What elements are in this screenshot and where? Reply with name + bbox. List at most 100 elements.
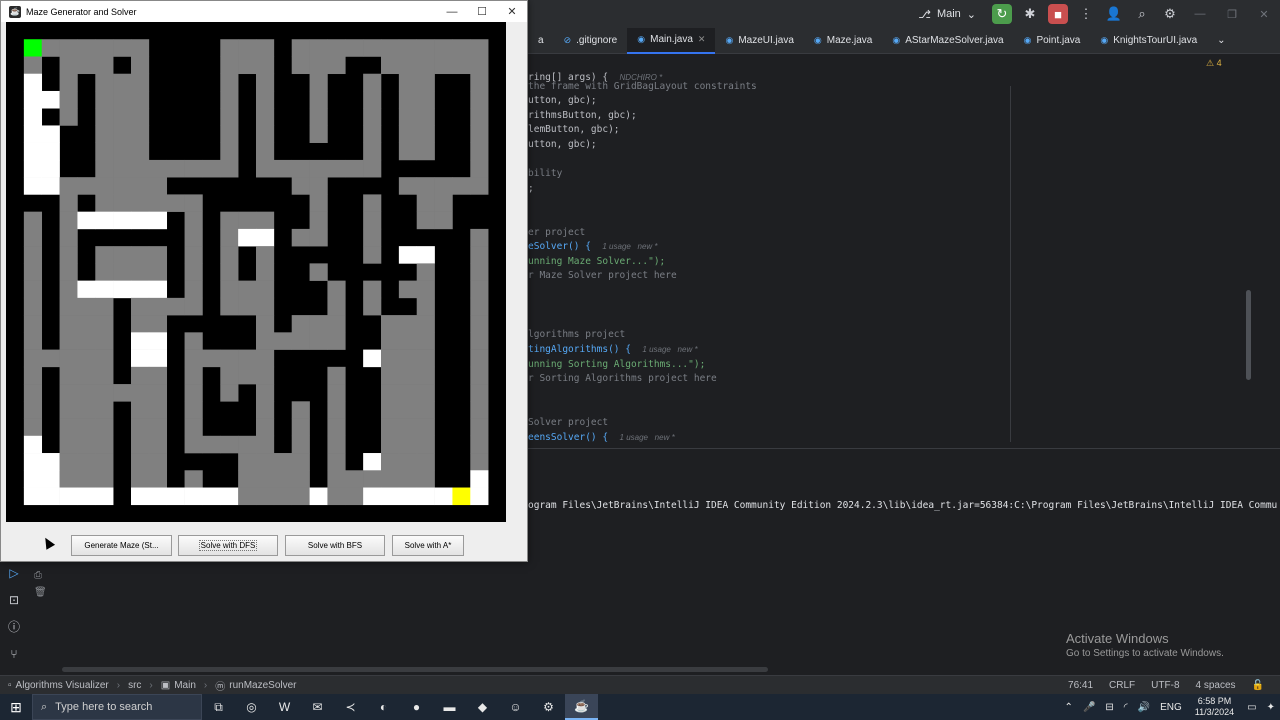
maze-visited-cell	[291, 56, 310, 75]
stop-icon[interactable]: ■	[1048, 4, 1068, 24]
maze-visited-cell	[220, 39, 239, 57]
cursor-position[interactable]: 76:41	[1068, 680, 1093, 691]
mail-icon[interactable]: ✉	[301, 694, 334, 720]
settings-app-icon[interactable]: ⚙	[532, 694, 565, 720]
microphone-icon[interactable]: 🎤	[1083, 702, 1095, 713]
maze-visited-cell	[59, 263, 78, 281]
maze-visited-cell	[398, 177, 418, 195]
breadcrumb-main[interactable]: ▣ Main	[161, 680, 196, 691]
task-view-icon[interactable]: ⧉	[202, 694, 235, 720]
taskbar-search[interactable]: ⌕ Type here to search	[32, 694, 202, 720]
code-editor[interactable]: ring[] args) { NDCHIRO * the frame with …	[528, 55, 1252, 445]
maze-visited-cell	[363, 125, 382, 143]
maze-visited-cell	[363, 194, 382, 212]
file-encoding[interactable]: UTF-8	[1151, 680, 1179, 691]
code-line: bility	[528, 168, 563, 179]
tab-main-java[interactable]: ◉ Main.java ✕	[627, 27, 716, 54]
maze-visited-cell	[59, 349, 78, 368]
maze-visited-cell	[184, 297, 203, 316]
clock[interactable]: 6:58 PM 11/3/2024	[1195, 696, 1234, 718]
clock-date: 11/3/2024	[1194, 707, 1235, 717]
maze-visited-cell	[148, 366, 168, 385]
maze-visited-cell	[77, 384, 96, 402]
run-tool-icon[interactable]: ▷	[0, 560, 28, 587]
network-icon[interactable]: ⊟	[1105, 702, 1113, 713]
terminal-icon[interactable]: ⊡	[0, 587, 28, 614]
problems-icon[interactable]: ⓘ	[0, 614, 28, 641]
tab-gitignore[interactable]: ⊘ .gitignore	[554, 28, 628, 54]
horizontal-scrollbar[interactable]	[62, 667, 768, 672]
maze-open-cell	[470, 487, 489, 506]
windows-start-icon[interactable]: ⊞	[0, 694, 32, 720]
maze-visited-cell	[23, 297, 43, 316]
close-icon[interactable]: ✕	[1248, 8, 1280, 21]
tab-astar-java[interactable]: ◉ AStarMazeSolver.java	[882, 28, 1013, 54]
close-icon[interactable]: ✕	[497, 1, 527, 22]
maze-visited-cell	[113, 142, 132, 161]
recorder-icon[interactable]: ●	[400, 694, 433, 720]
word-icon[interactable]: W	[268, 694, 301, 720]
solve-dfs-button[interactable]: Solve with DFS	[178, 535, 278, 556]
maze-visited-cell	[363, 297, 382, 316]
minimize-icon[interactable]: —	[1184, 8, 1216, 20]
maze-visited-cell	[256, 211, 275, 230]
edge-icon[interactable]: ◐	[367, 694, 400, 720]
rerun-icon[interactable]: ↻	[992, 4, 1012, 24]
solve-astar-button[interactable]: Solve with A*	[392, 535, 464, 556]
print-icon[interactable]: ⎙	[34, 570, 47, 581]
maze-visited-cell	[148, 418, 168, 437]
tab-maze-java[interactable]: ◉ Maze.java	[804, 28, 882, 54]
maximize-icon[interactable]: ☐	[467, 1, 497, 22]
chrome-icon[interactable]: ◎	[235, 694, 268, 720]
branch-selector[interactable]: ⎇ Main ⌄	[918, 8, 976, 21]
java-app-icon[interactable]: ☕	[565, 694, 598, 720]
volume-icon[interactable]: 🔊	[1138, 702, 1150, 713]
more-icon[interactable]: ⋮	[1076, 4, 1096, 24]
chevron-up-icon[interactable]: ⌃	[1065, 702, 1073, 713]
generate-maze-button[interactable]: Generate Maze (St...	[71, 535, 172, 556]
indent-setting[interactable]: 4 spaces	[1196, 680, 1236, 691]
maximize-icon[interactable]: ❐	[1216, 8, 1248, 21]
add-user-icon[interactable]: 👤	[1104, 4, 1124, 24]
tab-knightstour-java[interactable]: ◉ KnightsTourUI.java	[1090, 28, 1207, 54]
file-explorer-icon[interactable]: ▬	[433, 694, 466, 720]
maze-visited-cell	[470, 246, 489, 264]
tab-partial[interactable]: a	[528, 28, 554, 54]
maze-visited-cell	[23, 246, 43, 264]
discord-icon[interactable]: ☺	[499, 694, 532, 720]
maze-visited-cell	[273, 159, 293, 178]
maze-visited-cell	[256, 349, 275, 368]
copilot-icon[interactable]: ✦	[1267, 702, 1275, 713]
tab-mazeui-java[interactable]: ◉ MazeUI.java	[715, 28, 803, 54]
lock-icon[interactable]: 🔓	[1252, 680, 1264, 691]
maze-visited-cell	[398, 142, 418, 161]
intellij-icon[interactable]: ◆	[466, 694, 499, 720]
search-icon[interactable]: ⌕	[1132, 4, 1152, 24]
settings-icon[interactable]: ⚙	[1160, 4, 1180, 24]
line-separator[interactable]: CRLF	[1109, 680, 1135, 691]
breadcrumb-project[interactable]: ▫ Algorithms Visualizer	[8, 680, 109, 691]
notifications-icon[interactable]: ▭	[1247, 702, 1256, 713]
maze-open-cell	[184, 487, 203, 506]
vscode-icon[interactable]: ≺	[334, 694, 367, 720]
git-icon[interactable]: ⑂	[0, 641, 28, 668]
close-tab-icon[interactable]: ✕	[698, 34, 706, 45]
maze-visited-cell	[416, 435, 435, 454]
trash-icon[interactable]: 🗑	[34, 587, 47, 598]
maze-visited-cell	[59, 332, 78, 350]
tab-point-java[interactable]: ◉ Point.java	[1014, 28, 1091, 54]
language-indicator[interactable]: ENG	[1160, 702, 1182, 713]
breadcrumb-src[interactable]: src	[128, 680, 141, 691]
debug-icon[interactable]: ✱	[1020, 4, 1040, 24]
maze-visited-cell	[59, 280, 78, 299]
minimize-icon[interactable]: —	[437, 1, 467, 22]
wifi-icon[interactable]: ◜	[1124, 702, 1128, 713]
maze-visited-cell	[166, 297, 185, 316]
editor-scrollbar[interactable]	[1246, 290, 1251, 380]
app-title-bar[interactable]: ☕ Maze Generator and Solver — ☐ ✕	[1, 1, 527, 22]
breadcrumb-method[interactable]: ⓜ runMazeSolver	[215, 678, 296, 693]
solve-bfs-button[interactable]: Solve with BFS	[285, 535, 385, 556]
tabs-overflow-icon[interactable]: ⌄	[1207, 28, 1235, 54]
maze-visited-cell	[202, 159, 221, 178]
maze-visited-cell	[452, 177, 471, 195]
